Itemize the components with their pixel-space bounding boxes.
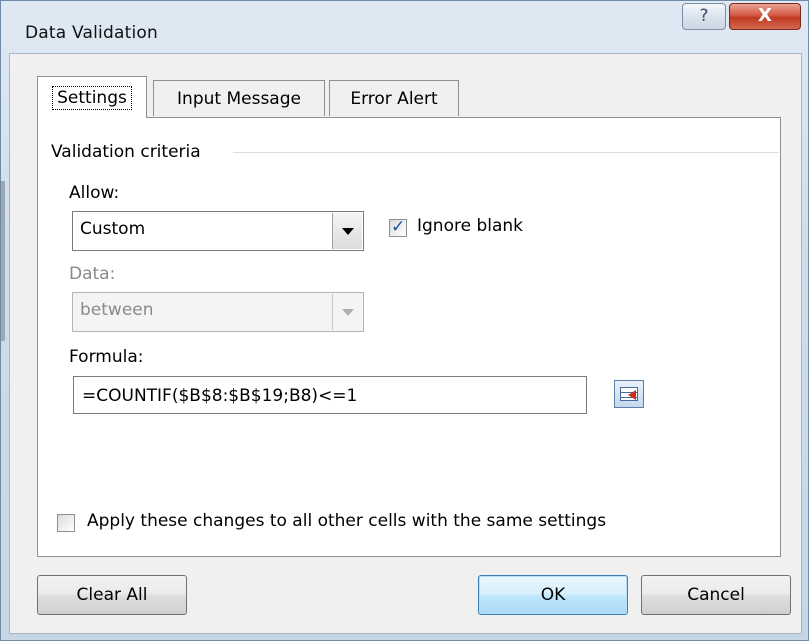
tab-error-alert-label: Error Alert (350, 88, 438, 109)
cancel-button[interactable]: Cancel (641, 575, 791, 615)
cancel-label: Cancel (687, 585, 745, 605)
formula-label: Formula: (69, 347, 144, 367)
arrow-left-icon (628, 390, 636, 400)
help-icon: ? (699, 6, 709, 26)
group-divider (233, 152, 779, 153)
tab-settings[interactable]: Settings (37, 76, 147, 118)
allow-dropdown[interactable]: Custom (72, 211, 364, 251)
formula-value: =COUNTIF($B$8:$B$19;B8)<=1 (82, 386, 358, 406)
window-edge-shadow (1, 181, 5, 341)
validation-criteria-heading: Validation criteria (51, 142, 201, 162)
data-dropdown: between (72, 292, 364, 332)
checkmark-icon: ✓ (391, 217, 406, 237)
data-value: between (80, 300, 154, 320)
data-dropdown-arrow (332, 294, 362, 330)
dialog-window: Data Validation ? X Settings Input Messa… (0, 0, 809, 641)
allow-label: Allow: (69, 183, 120, 203)
tab-input-message[interactable]: Input Message (153, 80, 325, 116)
settings-panel (37, 117, 781, 557)
help-button[interactable]: ? (682, 3, 726, 30)
close-icon: X (758, 5, 772, 26)
title-bar[interactable]: Data Validation ? X (1, 1, 808, 53)
ok-button[interactable]: OK (478, 575, 628, 615)
clear-all-button[interactable]: Clear All (37, 575, 187, 615)
dialog-title: Data Validation (25, 23, 158, 43)
tab-input-message-label: Input Message (177, 88, 301, 109)
ignore-blank-checkbox[interactable]: ✓ (389, 217, 407, 237)
data-label: Data: (69, 264, 116, 284)
apply-all-checkbox[interactable] (57, 514, 75, 532)
close-button[interactable]: X (729, 3, 801, 30)
chevron-down-icon (341, 227, 354, 235)
apply-all-label[interactable]: Apply these changes to all other cells w… (87, 511, 606, 531)
tab-settings-label: Settings (52, 85, 132, 110)
clear-all-label: Clear All (76, 585, 148, 605)
ignore-blank-label[interactable]: Ignore blank (417, 216, 523, 236)
formula-input[interactable]: =COUNTIF($B$8:$B$19;B8)<=1 (73, 376, 644, 414)
ok-label: OK (540, 585, 566, 605)
chevron-down-icon (341, 308, 354, 316)
allow-dropdown-arrow[interactable] (332, 213, 362, 249)
tab-error-alert[interactable]: Error Alert (329, 80, 459, 116)
allow-value: Custom (80, 219, 146, 239)
collapse-dialog-button[interactable] (614, 380, 644, 408)
